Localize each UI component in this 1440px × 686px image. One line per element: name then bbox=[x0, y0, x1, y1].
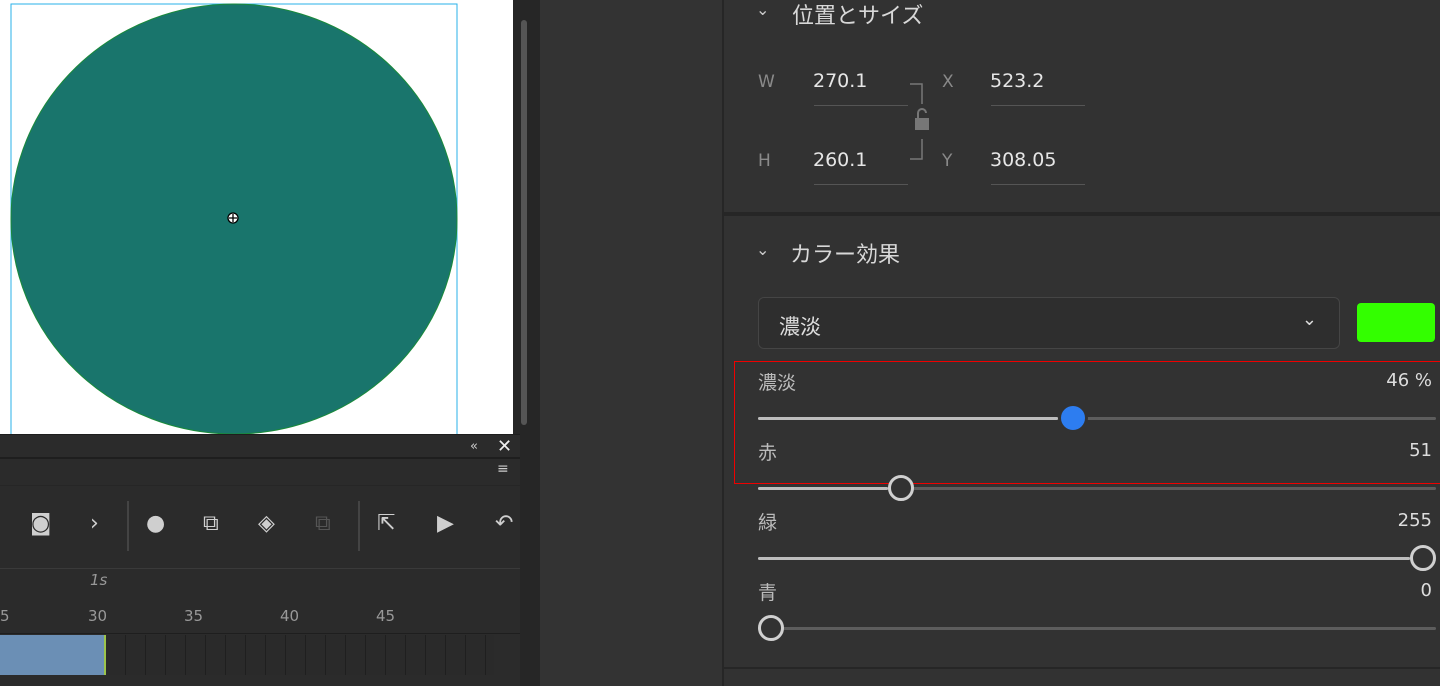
export-icon[interactable]: ⇱ bbox=[377, 511, 395, 536]
collapse-icon[interactable]: « bbox=[470, 439, 478, 454]
slider-fill bbox=[758, 417, 1058, 420]
tween-icon[interactable]: ◈ bbox=[258, 511, 275, 536]
chevron-down-icon: ⌄ bbox=[1301, 309, 1317, 330]
slider-label: 緑 bbox=[758, 512, 778, 534]
scrollbar-thumb[interactable] bbox=[521, 20, 527, 425]
transform-point-icon bbox=[227, 212, 239, 224]
x-field[interactable]: 523.2 bbox=[990, 70, 1044, 92]
onion-skin-icon[interactable]: ● bbox=[146, 511, 165, 536]
chevron-down-icon[interactable]: ⌄ bbox=[756, 0, 769, 19]
frame-number: 5 bbox=[0, 607, 10, 625]
disabled-icon: ⧉ bbox=[315, 511, 331, 536]
slider-label: 濃淡 bbox=[758, 372, 797, 394]
camera-layer-icon[interactable]: ◙ bbox=[30, 511, 51, 536]
frame-number: 35 bbox=[184, 607, 204, 625]
width-field[interactable]: 270.1 bbox=[813, 70, 867, 92]
dropdown-value: 濃淡 bbox=[779, 315, 821, 339]
slider-value[interactable]: 46 % bbox=[1386, 370, 1432, 391]
section-title-color-effect[interactable]: カラー効果 bbox=[790, 237, 900, 269]
slider-fill bbox=[758, 487, 889, 490]
insert-keyframe-icon[interactable]: ⧉ bbox=[203, 511, 219, 536]
x-label: X bbox=[942, 72, 954, 92]
slider-track[interactable] bbox=[758, 627, 1436, 630]
unlock-icon[interactable] bbox=[910, 82, 934, 162]
slider-thumb[interactable] bbox=[1057, 403, 1088, 433]
chevron-down-icon[interactable]: ⌄ bbox=[756, 240, 769, 259]
w-label: W bbox=[758, 72, 775, 92]
height-field[interactable]: 260.1 bbox=[813, 149, 867, 171]
slider-value[interactable]: 51 bbox=[1409, 440, 1432, 461]
slider-thumb[interactable] bbox=[888, 475, 915, 501]
time-label: 1s bbox=[90, 571, 108, 589]
frame-number: 45 bbox=[376, 607, 396, 625]
slider-label: 赤 bbox=[758, 442, 778, 464]
tween-span[interactable] bbox=[0, 635, 106, 675]
circle-shape[interactable] bbox=[0, 0, 513, 437]
loop-icon[interactable]: ↶ bbox=[495, 511, 513, 536]
color-style-dropdown[interactable]: 濃淡 ⌄ bbox=[758, 297, 1340, 349]
slider-label: 青 bbox=[758, 582, 778, 604]
frame-number: 30 bbox=[88, 607, 108, 625]
section-title-position-size[interactable]: 位置とサイズ bbox=[792, 0, 923, 30]
play-icon[interactable]: ▶ bbox=[437, 511, 454, 536]
slider-fill bbox=[758, 557, 1410, 560]
chevron-right-icon[interactable]: › bbox=[90, 511, 99, 536]
stage-canvas[interactable] bbox=[0, 0, 513, 437]
slider-value[interactable]: 0 bbox=[1421, 580, 1432, 601]
slider-value[interactable]: 255 bbox=[1398, 510, 1432, 531]
tint-color-swatch[interactable] bbox=[1357, 303, 1435, 342]
frame-cells[interactable] bbox=[106, 635, 494, 675]
y-label: Y bbox=[942, 151, 953, 171]
properties-panel: ⌄ 位置とサイズ W 270.1 H 260.1 X 523.2 Y 308.0… bbox=[722, 0, 1440, 686]
panel-menu-icon[interactable]: ≡ bbox=[497, 461, 509, 477]
slider-thumb[interactable] bbox=[758, 615, 784, 641]
close-icon[interactable]: ✕ bbox=[497, 436, 512, 457]
timeline-panel: « ✕ ≡ ◙ › ● ⧉ ◈ ⧉ ⇱ ▶ ↶ 1s 5 30 35 40 45 bbox=[0, 434, 520, 686]
y-field[interactable]: 308.05 bbox=[990, 149, 1056, 171]
frame-number: 40 bbox=[280, 607, 300, 625]
slider-thumb[interactable] bbox=[1410, 545, 1436, 571]
h-label: H bbox=[758, 151, 771, 171]
pasteboard bbox=[540, 0, 722, 686]
